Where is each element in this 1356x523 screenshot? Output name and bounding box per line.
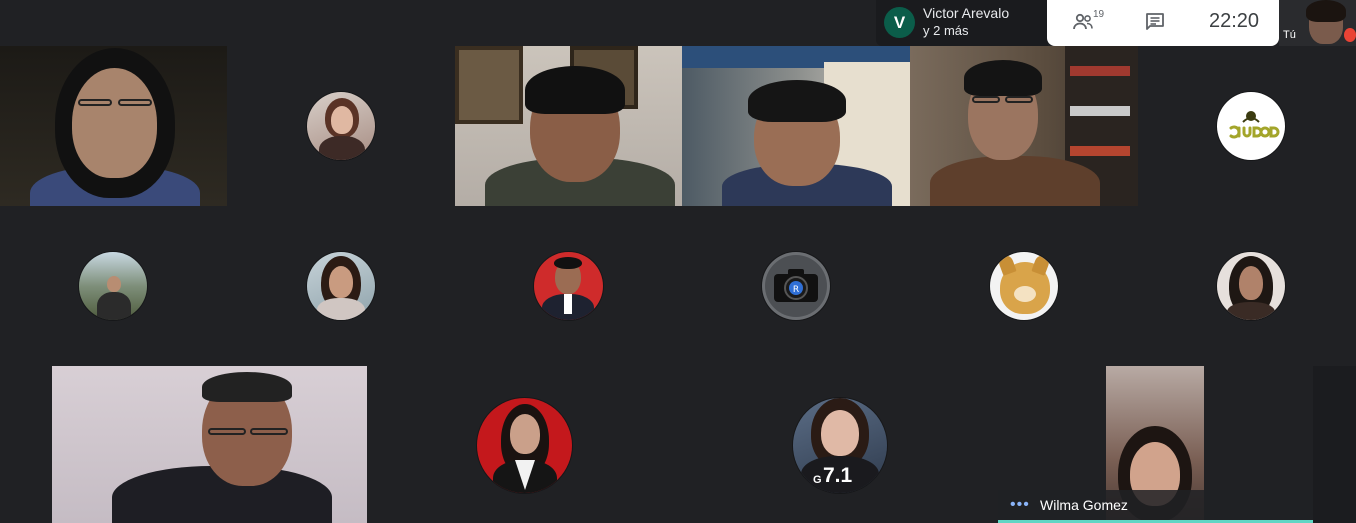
shelf-item	[1070, 66, 1130, 76]
ciudad-logo-icon	[1229, 111, 1280, 139]
glasses	[972, 96, 1000, 103]
presenter-chip[interactable]: V Victor Arevalo y 2 más	[876, 0, 1048, 46]
avatar-overlay-prefix: G	[813, 474, 822, 486]
participant-video-tile[interactable]	[910, 46, 1138, 206]
avatar-body	[97, 292, 131, 320]
participant-avatar[interactable]	[990, 252, 1058, 320]
avatar-dog-snout	[1014, 286, 1036, 302]
avatar-face	[821, 410, 859, 456]
participant-avatar[interactable]	[477, 398, 572, 493]
participant-avatar[interactable]	[307, 92, 375, 160]
participant-avatar[interactable]	[1217, 92, 1285, 160]
avatar-body	[1227, 302, 1275, 320]
participant-video-tile[interactable]	[0, 46, 227, 206]
chat-icon	[1146, 13, 1164, 30]
glasses	[250, 428, 288, 435]
speaking-indicator-icon: •••	[1010, 496, 1030, 513]
participant-avatar[interactable]: G 7.1	[793, 398, 887, 493]
participant-body	[930, 156, 1100, 206]
mic-off-icon	[1344, 28, 1356, 42]
participant-video-tile[interactable]	[455, 46, 682, 206]
avatar-face	[1239, 266, 1263, 300]
presenter-avatar: V	[884, 7, 915, 38]
shelf-item	[1070, 146, 1130, 156]
chat-button[interactable]	[1143, 10, 1169, 36]
participant-avatar[interactable]	[307, 252, 375, 320]
glasses	[78, 99, 112, 106]
participant-avatar[interactable]: R	[762, 252, 830, 320]
self-video-hair	[1306, 0, 1346, 22]
avatar-face	[510, 414, 540, 454]
shelf-item	[1070, 106, 1130, 116]
participant-hair	[202, 372, 292, 402]
glasses	[1005, 96, 1033, 103]
participant-avatar[interactable]	[1217, 252, 1285, 320]
avatar-overlay-number: 7.1	[823, 464, 853, 487]
presenter-more-count: y 2 más	[923, 23, 969, 38]
participant-count: 19	[1093, 9, 1105, 20]
svg-text:R: R	[793, 285, 799, 295]
people-icon	[1073, 13, 1093, 30]
avatar-hair	[554, 257, 582, 269]
active-speaker-name: Wilma Gomez	[1040, 497, 1128, 513]
participant-avatar[interactable]	[79, 252, 147, 320]
participant-video-tile[interactable]	[682, 46, 910, 206]
camera-icon: R	[765, 255, 827, 317]
avatar-face	[107, 276, 121, 292]
participant-hair	[525, 66, 625, 114]
tile-spacer	[1313, 366, 1356, 523]
presenter-name: Victor Arevalo	[923, 5, 1010, 21]
wall-frame	[455, 46, 523, 124]
self-view-label: Tú	[1283, 29, 1296, 41]
participant-hair	[748, 80, 846, 122]
meeting-controls: 19 22:20	[1047, 0, 1279, 46]
avatar-shirt	[564, 294, 572, 314]
avatar-body	[319, 136, 365, 160]
participant-face	[72, 68, 157, 178]
participant-avatar[interactable]	[534, 252, 603, 320]
avatar-face	[329, 266, 353, 298]
active-speaker-name-bar: ••• Wilma Gomez	[998, 490, 1313, 523]
avatar-body	[317, 298, 365, 320]
participant-hair	[964, 60, 1042, 96]
self-view-tile[interactable]: Tú	[1279, 0, 1356, 46]
participant-video-tile[interactable]	[52, 366, 367, 523]
people-button[interactable]: 19	[1071, 9, 1105, 36]
avatar-face	[331, 106, 353, 134]
glasses	[118, 99, 152, 106]
meeting-clock: 22:20	[1209, 10, 1260, 32]
glasses	[208, 428, 246, 435]
